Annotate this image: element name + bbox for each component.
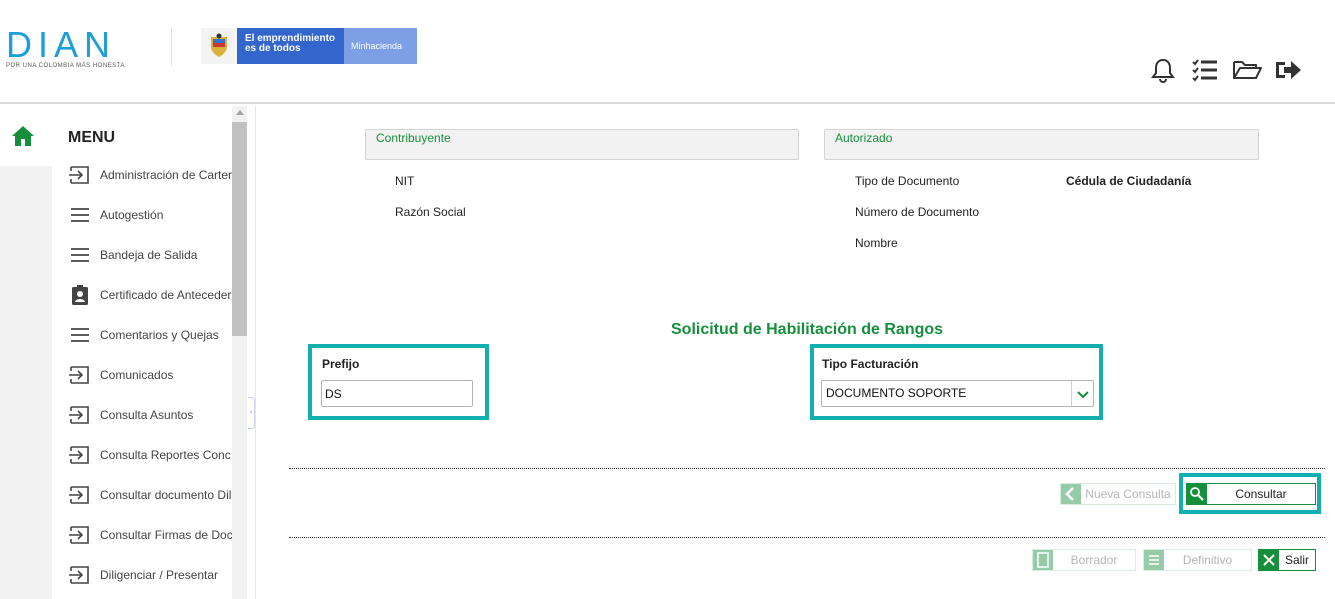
gov-banner: El emprendimiento es de todos Minhaciend… [201,28,417,64]
bell-icon[interactable] [1148,56,1178,84]
contribuyente-panel-header: Contribuyente [365,129,799,160]
hamburger-icon [71,208,89,222]
salir-button[interactable]: Salir [1258,549,1316,571]
prefijo-label: Prefijo [322,357,360,371]
arrow-into-box-icon [69,566,89,584]
sidebar-item-consultar-firmas[interactable]: Consultar Firmas de Doc [68,515,232,555]
sidebar-item-administracion-cartera[interactable]: Administración de Carter [68,155,232,195]
nit-label: NIT [395,174,415,188]
sidebar-menu: Administración de Carter Autogestión Ban… [52,155,232,599]
hamburger-icon [71,328,89,342]
salir-label: Salir [1284,553,1309,567]
gov-banner-slogan: El emprendimiento es de todos [237,28,344,64]
magnifier-icon [1187,484,1207,504]
checklist-doc-icon [1144,550,1164,570]
header-separator [171,28,172,66]
numero-documento-label: Número de Documento [855,205,980,219]
colombia-shield-icon [201,28,237,64]
sidebar-item-certificado-antecedentes[interactable]: Certificado de Anteceder [68,275,232,315]
sidebar-item-label: Consultar documento Dil [100,488,232,502]
close-icon [1259,550,1279,570]
tipo-facturacion-label: Tipo Facturación [822,357,919,371]
consultar-button[interactable]: Consultar [1186,483,1316,505]
sidebar-item-label: Consultar Firmas de Doc [100,528,232,542]
folder-open-icon[interactable] [1232,56,1262,84]
contribuyente-title: Contribuyente [376,131,451,145]
sidebar-item-label: Comunicados [100,368,174,382]
arrow-into-box-icon [69,366,89,384]
sidebar-item-bandeja-salida[interactable]: Bandeja de Salida [68,235,232,275]
hamburger-icon [71,248,89,262]
sidebar-item-label: Consulta Asuntos [100,408,194,422]
sign-out-icon[interactable] [1274,56,1304,84]
arrow-into-box-icon [69,406,89,424]
tipo-facturacion-select[interactable]: DOCUMENTO SOPORTE [821,380,1094,407]
nueva-consulta-button[interactable]: Nueva Consulta [1060,483,1176,505]
dian-logo[interactable]: DIAN POR UNA COLOMBIA MÁS HONESTA [6,24,156,72]
tipo-documento-value: Cédula de Ciudadanía [1066,174,1192,188]
definitivo-button[interactable]: Definitivo [1143,549,1252,571]
arrow-into-box-icon [69,166,89,184]
id-badge-icon [72,285,88,305]
sidebar-item-comunicados[interactable]: Comunicados [68,355,232,395]
sidebar-scroll-thumb[interactable] [232,122,247,336]
header-actions [1148,56,1304,84]
nueva-consulta-label: Nueva Consulta [1085,487,1171,501]
tipo-documento-label: Tipo de Documento [855,174,960,188]
chevron-down-icon[interactable] [1071,381,1093,406]
arrow-into-box-icon [69,486,89,504]
prefijo-input[interactable] [321,380,473,407]
sidebar-item-label: Consulta Reportes Conc [100,448,231,462]
autorizado-panel-header: Autorizado [824,129,1259,160]
divider-bottom [289,537,1325,538]
borrador-button[interactable]: Borrador [1032,549,1136,571]
sidebar-item-comentarios-quejas[interactable]: Comentarios y Quejas [68,315,232,355]
section-title: Solicitud de Habilitación de Rangos [671,321,944,338]
icon-rail [0,166,52,599]
sidebar-item-label: Autogestión [100,208,164,222]
collapse-sidebar-handle[interactable]: ‹ [248,397,255,429]
menu-title: MENU [68,129,116,146]
dian-logo-tagline: POR UNA COLOMBIA MÁS HONESTA [6,63,125,69]
borrador-label: Borrador [1070,553,1118,567]
sidebar-item-label: Comentarios y Quejas [100,328,219,342]
home-icon[interactable] [10,124,36,148]
app-window: DIAN POR UNA COLOMBIA MÁS HONESTA El emp… [0,0,1335,599]
back-arrow-icon [1061,484,1081,504]
scroll-up-arrow-icon[interactable] [236,110,244,115]
sidebar-item-label: Certificado de Anteceder [100,288,232,302]
nombre-label: Nombre [855,236,898,250]
sidebar-item-label: Administración de Carter [100,168,232,182]
dian-logo-text: DIAN [6,24,117,65]
gov-banner-ministry: Minhacienda [344,28,417,64]
arrow-into-box-icon [69,526,89,544]
arrow-into-box-icon [69,446,89,464]
sidebar-item-consulta-reportes[interactable]: Consulta Reportes Conc [68,435,232,475]
gov-banner-line2: es de todos [245,43,301,54]
autorizado-title: Autorizado [835,131,893,145]
document-icon [1033,550,1053,570]
top-header: DIAN POR UNA COLOMBIA MÁS HONESTA El emp… [0,0,1335,104]
sidebar-item-consultar-documento[interactable]: Consultar documento Dil [68,475,232,515]
sidebar-item-diligenciar-presentar[interactable]: Diligenciar / Presentar [68,555,232,595]
content-divider [255,106,256,599]
razon-social-label: Razón Social [395,205,466,219]
divider-top [289,468,1325,469]
sidebar-item-autogestion[interactable]: Autogestión [68,195,232,235]
definitivo-label: Definitivo [1182,553,1233,567]
sidebar-item-label: Bandeja de Salida [100,248,198,262]
sidebar-item-consulta-asuntos[interactable]: Consulta Asuntos [68,395,232,435]
sidebar-item-label: Diligenciar / Presentar [100,568,219,582]
consultar-label: Consultar [1235,487,1287,501]
checklist-icon[interactable] [1190,56,1220,84]
tipo-facturacion-value: DOCUMENTO SOPORTE [826,386,967,400]
